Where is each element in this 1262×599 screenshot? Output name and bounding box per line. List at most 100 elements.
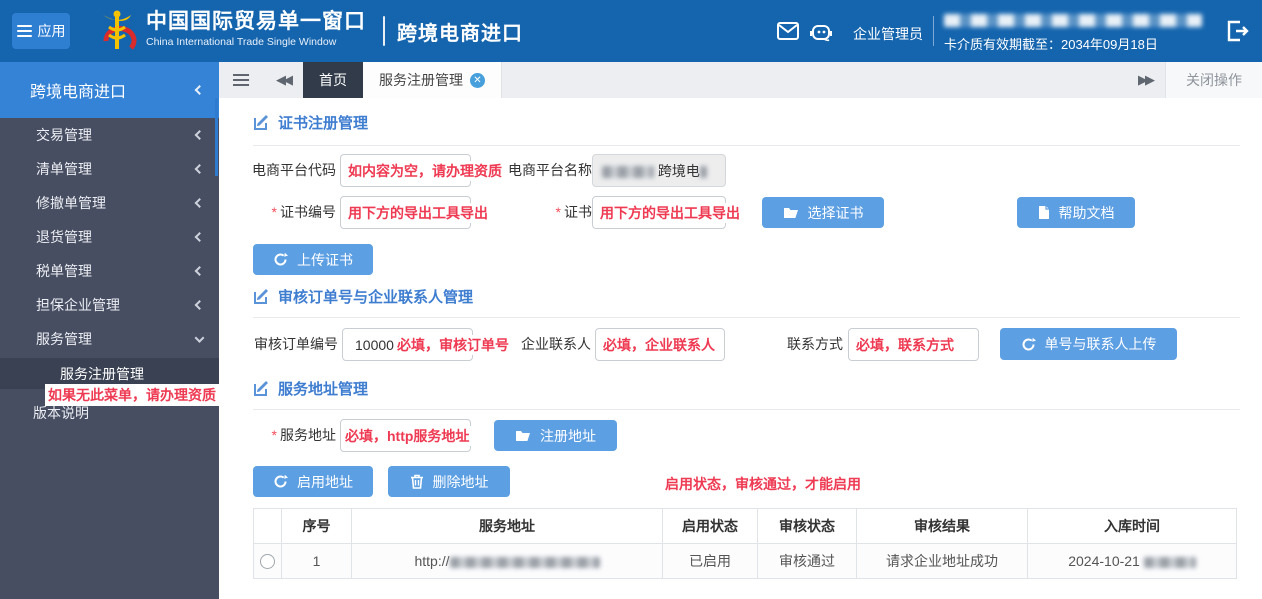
- tab-label: 首页: [319, 70, 347, 90]
- scroll-tabs-left-icon[interactable]: ◀◀: [263, 62, 303, 98]
- close-operations-menu[interactable]: 关闭操作: [1165, 62, 1262, 98]
- sidebar-item-trade[interactable]: 交易管理: [0, 118, 219, 152]
- sidebar-item-label: 版本说明: [33, 403, 89, 423]
- order-no-input[interactable]: 10000 必填，审核订单号: [342, 328, 473, 361]
- single-window-app: 应用 中国国际贸易单一窗口 China International Trade …: [0, 0, 1262, 599]
- header-divider: [383, 16, 385, 46]
- undo-arrow-icon: [273, 474, 288, 489]
- sidebar-item-tax[interactable]: 税单管理: [0, 254, 219, 288]
- sidebar-item-return[interactable]: 退货管理: [0, 220, 219, 254]
- tab-service-register[interactable]: 服务注册管理 ✕: [363, 62, 502, 98]
- contact-annotation: 必填，企业联系人: [601, 335, 717, 355]
- close-operations-label: 关闭操作: [1186, 70, 1242, 90]
- sidebar-scrollbar[interactable]: [215, 98, 218, 176]
- chevron-left-icon: [195, 198, 205, 208]
- section-title-text: 审核订单号与企业联系人管理: [278, 286, 473, 307]
- sidebar-item-list[interactable]: 清单管理: [0, 152, 219, 186]
- th-audit-result: 审核结果: [857, 509, 1028, 544]
- logout-icon[interactable]: [1226, 20, 1250, 42]
- sidebar-item-label: 担保企业管理: [36, 295, 120, 315]
- edit-icon: [253, 380, 270, 397]
- sidebar-item-label: 交易管理: [36, 125, 92, 145]
- tab-home[interactable]: 首页: [303, 62, 363, 98]
- th-audit-status: 审核状态: [758, 509, 857, 544]
- cert-no-annotation: 用下方的导出工具导出: [346, 203, 490, 223]
- phone-annotation: 必填，联系方式: [854, 335, 956, 355]
- service-addr-annotation: 必填，http服务地址: [343, 426, 471, 446]
- chevron-left-icon: [195, 130, 205, 140]
- platform-code-input[interactable]: 如内容为空，请办理资质: [340, 154, 471, 187]
- sidebar-item-guarantee[interactable]: 担保企业管理: [0, 288, 219, 322]
- main-content: 证书注册管理 电商平台代码 如内容为空，请办理资质 电商平台名称 跨境电 *证书…: [219, 98, 1262, 599]
- folder-open-icon: [515, 429, 531, 442]
- redacted-platform-name: [602, 166, 654, 178]
- cert-section-title: 证书注册管理: [253, 112, 368, 133]
- collapse-sidebar-icon[interactable]: [219, 62, 263, 98]
- undo-arrow-icon: [273, 252, 288, 267]
- button-label: 删除地址: [433, 472, 489, 492]
- enable-note: 启用状态，审核通过，才能启用: [665, 474, 861, 494]
- enable-addr-button[interactable]: 启用地址: [253, 466, 373, 497]
- contact-input[interactable]: 必填，企业联系人: [595, 328, 725, 361]
- cert-input[interactable]: 用下方的导出工具导出: [592, 196, 726, 229]
- trash-icon: [410, 474, 424, 489]
- chevron-left-icon: [195, 266, 205, 276]
- tab-bar: ◀◀ 首页 服务注册管理 ✕ ▶▶ 关闭操作: [219, 62, 1262, 98]
- cert-label: *证书: [522, 196, 592, 229]
- url-prefix: http://: [414, 553, 449, 569]
- sidebar-subitem-label: 服务注册管理: [60, 364, 144, 384]
- order-no-value: 10000: [355, 329, 394, 362]
- section-title-text: 服务地址管理: [278, 378, 368, 399]
- register-addr-button[interactable]: 注册地址: [494, 420, 617, 451]
- scroll-tabs-right-icon[interactable]: ▶▶: [1125, 62, 1165, 98]
- platform-code-annotation: 如内容为空，请办理资质: [346, 161, 504, 181]
- button-label: 上传证书: [297, 250, 353, 270]
- delete-addr-button[interactable]: 删除地址: [388, 466, 510, 497]
- top-header: 应用 中国国际贸易单一窗口 China International Trade …: [0, 0, 1262, 62]
- service-robot-icon[interactable]: [809, 22, 831, 40]
- chevron-down-icon: [195, 333, 205, 343]
- user-role[interactable]: 企业管理员: [853, 24, 923, 44]
- platform-name-label: 电商平台名称: [495, 154, 592, 187]
- app-menu-button[interactable]: 应用: [12, 13, 70, 49]
- upload-cert-button[interactable]: 上传证书: [253, 244, 373, 275]
- address-section-title: 服务地址管理: [253, 378, 368, 399]
- th-url: 服务地址: [352, 509, 663, 544]
- order-contact-upload-button[interactable]: 单号与联系人上传: [1000, 328, 1177, 360]
- divider: [253, 409, 1240, 410]
- table-header-row: 序号 服务地址 启用状态 审核状态 审核结果 入库时间: [254, 509, 1237, 544]
- row-radio[interactable]: [260, 554, 275, 569]
- th-enable-status: 启用状态: [663, 509, 758, 544]
- chevron-left-icon: [195, 300, 205, 310]
- edit-icon: [253, 288, 270, 305]
- hamburger-icon: [17, 22, 32, 40]
- th-seq: 序号: [282, 509, 352, 544]
- button-label: 启用地址: [297, 472, 353, 492]
- sidebar-item-amend[interactable]: 修撤单管理: [0, 186, 219, 220]
- sidebar-item-service[interactable]: 服务管理: [0, 322, 219, 356]
- header-divider-2: [933, 16, 934, 46]
- close-tab-icon[interactable]: ✕: [470, 73, 485, 88]
- service-addr-input[interactable]: 必填，http服务地址: [340, 419, 471, 452]
- sidebar-root-import[interactable]: 跨境电商进口: [0, 62, 219, 118]
- phone-label: 联系方式: [787, 328, 843, 361]
- sidebar-item-label: 清单管理: [36, 159, 92, 179]
- order-section-title: 审核订单号与企业联系人管理: [253, 286, 473, 307]
- mail-icon[interactable]: [777, 22, 799, 40]
- account-info: 卡介质有效期截至：2034年09月18日: [944, 12, 1202, 53]
- required-asterisk: *: [272, 427, 277, 443]
- card-validity: 卡介质有效期截至：2034年09月18日: [944, 34, 1202, 53]
- sidebar-item-label: 退货管理: [36, 227, 92, 247]
- redacted-company-name: [944, 14, 1202, 27]
- th-time: 入库时间: [1028, 509, 1237, 544]
- redacted-time: [1144, 557, 1196, 568]
- cert-no-input[interactable]: 用下方的导出工具导出: [340, 196, 471, 229]
- required-asterisk: *: [556, 204, 561, 220]
- phone-input[interactable]: 必填，联系方式: [848, 328, 979, 361]
- button-label: 单号与联系人上传: [1045, 334, 1157, 354]
- chevron-left-icon: [195, 85, 205, 95]
- choose-cert-button[interactable]: 选择证书: [762, 197, 884, 228]
- table-row: 1 http:// 已启用 审核通过 请求企业地址成功 2024-10-21: [254, 544, 1237, 579]
- button-label: 选择证书: [808, 203, 864, 223]
- help-doc-button[interactable]: 帮助文档: [1017, 197, 1135, 228]
